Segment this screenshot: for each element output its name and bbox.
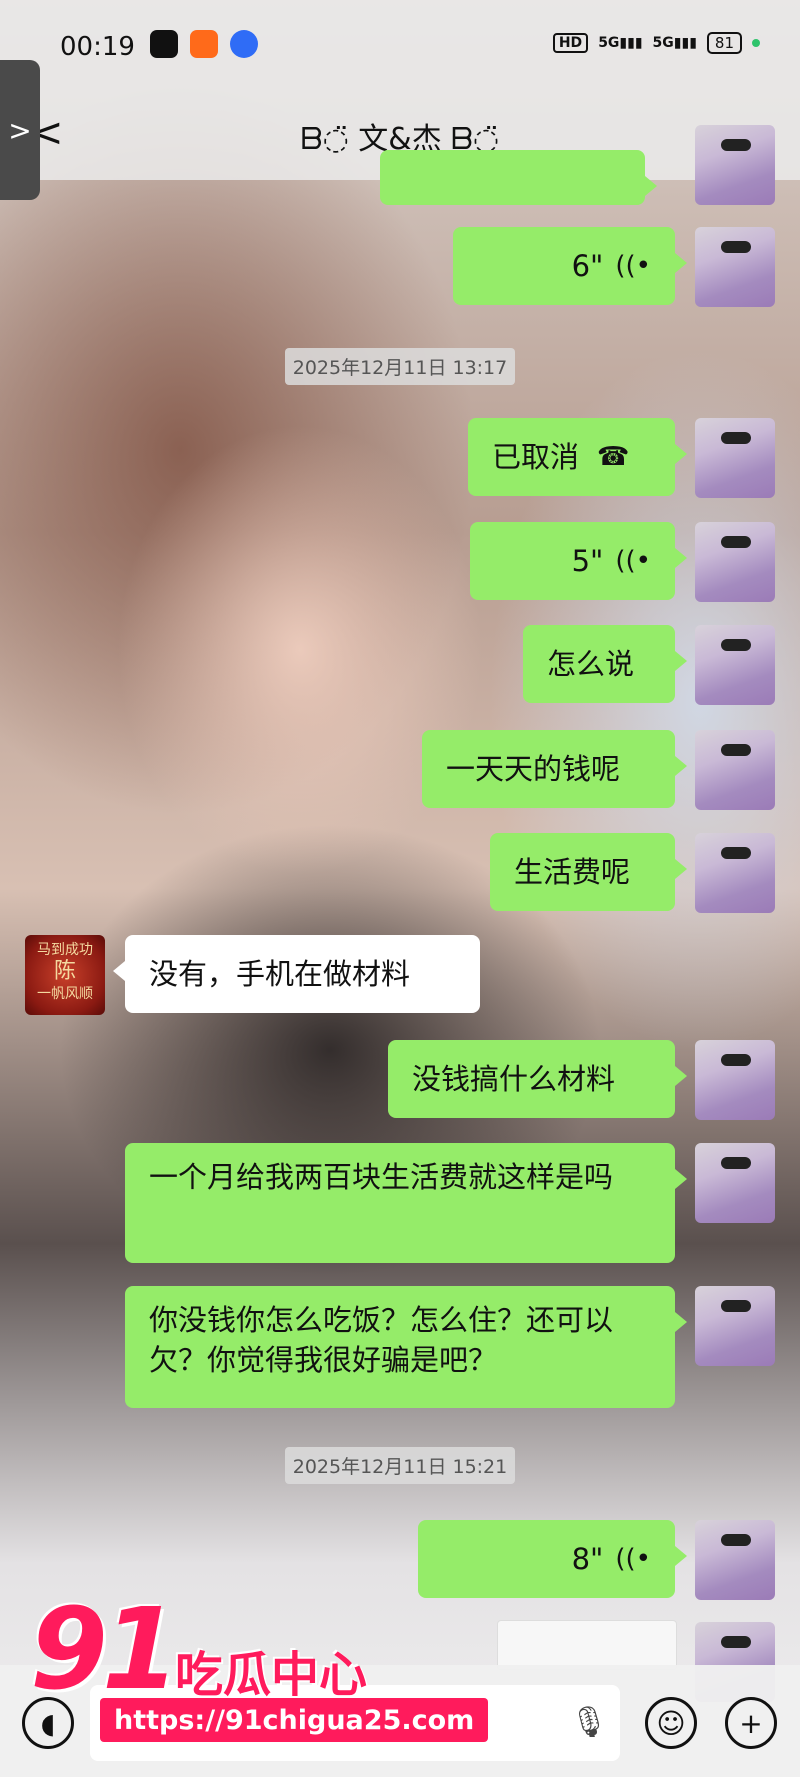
hd-icon: HD — [552, 33, 589, 53]
smile-icon[interactable]: ☺ — [645, 1697, 697, 1749]
call-status-text: 已取消 — [492, 440, 580, 474]
my-avatar[interactable] — [695, 522, 775, 602]
paw-icon — [230, 30, 258, 58]
plus-icon[interactable]: + — [725, 1697, 777, 1749]
message-text: 生活费呢 — [514, 855, 631, 889]
wave-icon: ((• — [615, 1544, 651, 1574]
my-avatar[interactable] — [695, 227, 775, 307]
wave-icon: ((• — [615, 546, 651, 576]
timestamp-text: 2025年12月11日 15:21 — [284, 1447, 516, 1484]
text-message[interactable]: 怎么说 — [523, 625, 687, 703]
call-message[interactable]: 已取消 ☎ — [468, 418, 687, 496]
chat-timestamp: 2025年12月11日 13:17 — [0, 348, 800, 385]
avatar-text: 陈 — [53, 959, 76, 984]
my-avatar[interactable] — [695, 730, 775, 810]
text-message[interactable]: 一天天的钱呢 — [422, 730, 687, 808]
status-time: 00:19 — [60, 32, 135, 62]
voice-message[interactable]: 6" ((• — [453, 227, 687, 305]
my-avatar[interactable] — [695, 833, 775, 913]
my-avatar[interactable] — [695, 1040, 775, 1120]
my-avatar[interactable] — [695, 125, 775, 205]
my-avatar[interactable] — [695, 625, 775, 705]
status-indicators: HD 5G▮▮▮ 5G▮▮▮ 81 — [552, 32, 760, 54]
tiktok-icon — [150, 30, 178, 58]
my-avatar[interactable] — [695, 418, 775, 498]
app-notification-icon — [190, 30, 218, 58]
text-message[interactable]: 你没钱你怎么吃饭？怎么住？还可以欠？你觉得我很好骗是吧？ — [125, 1286, 687, 1408]
voice-duration: 6" — [571, 249, 604, 283]
text-message[interactable]: 没钱搞什么材料 — [388, 1040, 687, 1118]
text-message[interactable]: 生活费呢 — [490, 833, 687, 911]
chat-timestamp: 2025年12月11日 15:21 — [0, 1447, 800, 1484]
my-avatar[interactable] — [695, 1286, 775, 1366]
message-bubble-partial[interactable] — [380, 150, 657, 205]
watermark-text: 吃瓜中心 — [175, 1647, 368, 1703]
voice-duration: 8" — [571, 1542, 604, 1576]
text-message-received[interactable]: 没有，手机在做材料 — [113, 935, 480, 1013]
avatar-text: 一帆风顺 — [37, 986, 93, 1002]
voice-message[interactable]: 8" ((• — [418, 1520, 687, 1598]
mic-icon[interactable]: 🎙 — [570, 1705, 608, 1740]
text-message[interactable]: 一个月给我两百块生活费就这样是吗 — [125, 1143, 687, 1263]
signal-icon-2: 5G▮▮▮ — [652, 35, 697, 51]
watermark-url: https://91chigua25.com — [100, 1698, 489, 1742]
watermark-number: 91 — [30, 1585, 180, 1715]
privacy-dot-icon — [752, 39, 760, 47]
avatar-text: 马到成功 — [37, 942, 93, 958]
phone-hangup-icon: ☎ — [597, 442, 630, 472]
message-text: 一天天的钱呢 — [446, 752, 621, 786]
signal-icon: 5G▮▮▮ — [598, 35, 643, 51]
wave-icon: ((• — [615, 251, 651, 281]
voice-message[interactable]: 5" ((• — [470, 522, 687, 600]
message-text: 一个月给我两百块生活费就这样是吗 — [149, 1160, 614, 1194]
side-panel-tab[interactable]: > — [0, 60, 40, 200]
message-text: 怎么说 — [547, 647, 635, 681]
battery-icon: 81 — [706, 32, 742, 54]
message-text: 没钱搞什么材料 — [412, 1062, 616, 1096]
timestamp-text: 2025年12月11日 13:17 — [284, 348, 516, 385]
contact-avatar[interactable]: 马到成功 陈 一帆风顺 — [25, 935, 105, 1015]
message-text: 没有，手机在做材料 — [149, 957, 411, 991]
my-avatar[interactable] — [695, 1520, 775, 1600]
my-avatar[interactable] — [695, 1143, 775, 1223]
image-message-thumbnail[interactable] — [497, 1620, 677, 1670]
message-text: 你没钱你怎么吃饭？怎么住？还可以欠？你觉得我很好骗是吧？ — [149, 1303, 614, 1377]
voice-duration: 5" — [571, 544, 604, 578]
status-bar: 00:19 HD 5G▮▮▮ 5G▮▮▮ 81 — [0, 0, 800, 90]
